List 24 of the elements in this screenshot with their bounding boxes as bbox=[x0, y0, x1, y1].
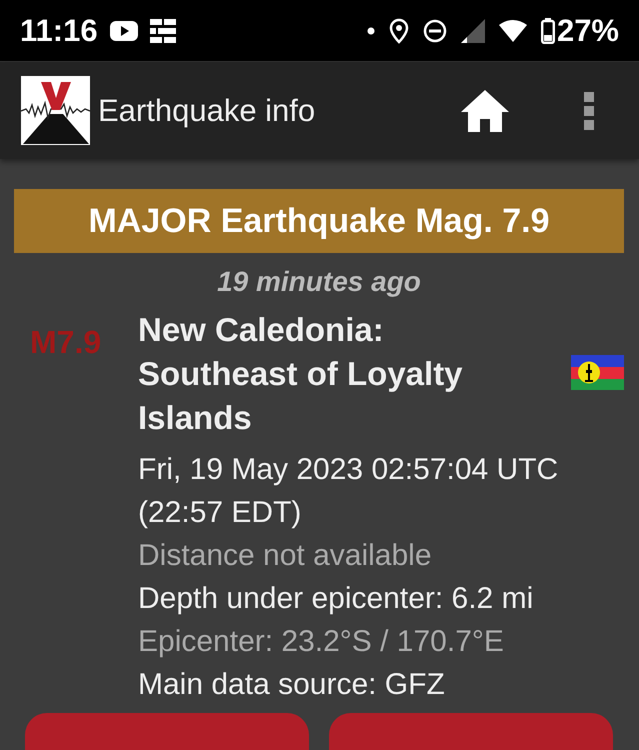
status-time: 11:16 bbox=[20, 12, 98, 48]
video-play-icon bbox=[110, 20, 138, 42]
magnitude-label: M7.9 bbox=[29, 323, 102, 362]
detail-text: Epicenter: 23.2°S / 170.7°E bbox=[138, 624, 505, 660]
battery-percent: 27% bbox=[556, 12, 619, 48]
flag-icon bbox=[571, 354, 624, 390]
detail-text: Main data source: GFZ bbox=[138, 667, 446, 703]
detail-text: Depth under epicenter: 6.2 mi bbox=[138, 581, 534, 617]
detail-text: Fri, 19 May 2023 02:57:04 UTC (22:57 EDT) bbox=[138, 452, 560, 531]
signal-icon bbox=[460, 18, 485, 42]
overflow-menu-icon[interactable] bbox=[584, 92, 594, 130]
wifi-icon bbox=[498, 20, 527, 42]
region-title: New Caledonia: Southeast of Loyalty Islands bbox=[138, 310, 464, 438]
app-title: Earthquake info bbox=[98, 92, 316, 128]
home-icon[interactable] bbox=[461, 90, 509, 132]
detail-text: Distance not available bbox=[138, 538, 433, 574]
alert-banner: MAJOR Earthquake Mag. 7.9 bbox=[14, 189, 624, 253]
do-not-disturb-icon bbox=[422, 18, 447, 42]
battery-icon bbox=[540, 18, 555, 44]
time-ago: 19 minutes ago bbox=[216, 265, 422, 299]
location-pin-icon bbox=[388, 18, 409, 44]
app-logo-icon bbox=[21, 76, 90, 145]
notification-dot-icon bbox=[366, 26, 375, 34]
grid-icon bbox=[150, 18, 176, 42]
